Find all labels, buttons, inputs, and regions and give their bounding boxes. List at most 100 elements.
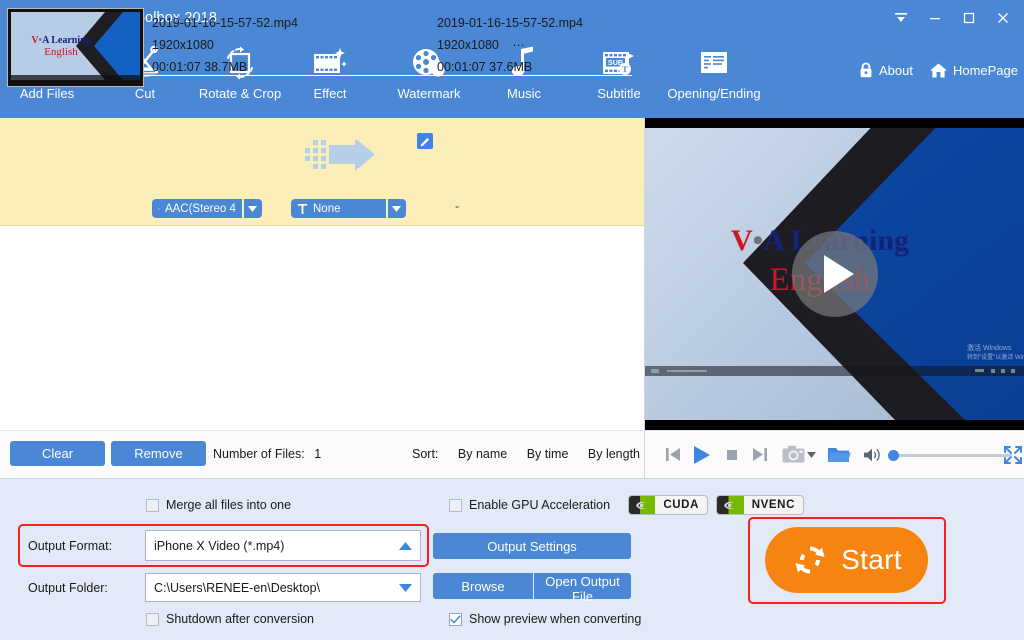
edit-output-name-button[interactable] xyxy=(417,133,433,149)
toolbar-label: Watermark xyxy=(397,86,460,101)
volume-thumb[interactable] xyxy=(888,450,899,461)
remove-button[interactable]: Remove xyxy=(111,441,206,466)
file-count: Number of Files: 1 xyxy=(213,447,321,461)
svg-text:激活 Windows: 激活 Windows xyxy=(967,343,1012,352)
caret-up-icon xyxy=(399,542,412,550)
toolbar-right-links: About HomePage xyxy=(858,62,1018,79)
output-format-combo[interactable]: iPhone X Video (*.mp4) xyxy=(145,530,421,561)
close-button[interactable] xyxy=(986,0,1020,36)
minimize-button[interactable] xyxy=(918,0,952,36)
refresh-convert-icon xyxy=(791,541,829,579)
nvenc-badge: NVENC xyxy=(716,495,804,515)
volume-slider[interactable] xyxy=(886,447,993,463)
gpu-acceleration-checkbox[interactable]: Enable GPU Acceleration xyxy=(449,498,610,512)
collapse-button[interactable] xyxy=(884,0,918,36)
start-button[interactable]: Start xyxy=(765,527,928,593)
checkmark-icon xyxy=(450,615,461,624)
subtitle-track-value: None xyxy=(313,203,341,215)
output-folder-combo[interactable]: C:\Users\RENEE-en\Desktop\ xyxy=(145,573,421,602)
volume-track xyxy=(894,454,1012,457)
output-folder-caret[interactable] xyxy=(390,584,420,592)
toolbar-label: Opening/Ending xyxy=(667,86,760,101)
about-link[interactable]: About xyxy=(858,62,913,79)
toolbar-label: Add Files xyxy=(20,86,74,101)
row-divider xyxy=(152,75,632,76)
close-icon xyxy=(996,11,1010,25)
audio-dropdown-arrow[interactable] xyxy=(244,199,262,218)
homepage-label: HomePage xyxy=(953,63,1018,78)
chevron-down-icon xyxy=(248,206,257,212)
file-count-label: Number of Files: xyxy=(213,447,305,461)
toolbar-label: Music xyxy=(507,86,541,101)
about-label: About xyxy=(879,63,913,78)
stop-icon xyxy=(725,448,739,462)
gpu-acceleration-label: Enable GPU Acceleration xyxy=(469,498,610,512)
cuda-label: CUDA xyxy=(655,499,707,511)
opening-ending-icon xyxy=(697,48,731,78)
output-folder-value: C:\Users\RENEE-en\Desktop\ xyxy=(146,581,390,595)
target-resolution-more[interactable]: ··· xyxy=(512,38,525,52)
show-preview-checkbox[interactable]: Show preview when converting xyxy=(449,612,641,626)
camera-icon xyxy=(782,445,806,464)
minimize-icon xyxy=(928,11,942,25)
audio-track-dropdown[interactable]: AAC(Stereo 4 xyxy=(152,199,262,218)
source-file-meta: 2019-01-16-15-57-52.mp4 1920x1080 00:01:… xyxy=(152,12,298,78)
text-t-icon xyxy=(297,203,308,215)
play-overlay-icon xyxy=(824,255,854,293)
home-icon xyxy=(929,62,948,79)
target-file-name: 2019-01-16-15-57-52.mp4 xyxy=(437,12,583,34)
sort-label: Sort: xyxy=(412,447,438,461)
play-overlay-button[interactable] xyxy=(792,231,878,317)
toolbar-label: Subtitle xyxy=(597,86,640,101)
browse-button[interactable]: Browse xyxy=(433,573,533,599)
target-resolution-line: 1920x1080 ··· xyxy=(437,34,583,56)
toolbar-item-subtitle[interactable]: SUB T Subtitle xyxy=(580,36,658,124)
subtitle-track-dropdown[interactable]: None xyxy=(291,199,406,218)
pencil-edit-icon xyxy=(420,136,431,147)
output-settings-button[interactable]: Output Settings xyxy=(433,533,631,559)
play-icon xyxy=(692,445,711,465)
toolbar-item-effect[interactable]: Effect xyxy=(295,36,365,124)
svg-text:V•A Learning: V•A Learning xyxy=(31,35,90,46)
checkbox-box xyxy=(449,613,462,626)
homepage-link[interactable]: HomePage xyxy=(929,62,1018,79)
toolbar-label: Effect xyxy=(313,86,346,101)
snapshot-dropdown[interactable] xyxy=(807,452,817,458)
nvenc-label: NVENC xyxy=(744,499,803,511)
sort-by-time[interactable]: By time xyxy=(527,447,569,461)
file-count-value: 1 xyxy=(314,447,321,461)
next-button[interactable] xyxy=(750,446,770,463)
play-button[interactable] xyxy=(691,445,712,465)
svg-text:English: English xyxy=(44,46,78,58)
output-format-value: iPhone X Video (*.mp4) xyxy=(146,539,390,553)
sort-by-length[interactable]: By length xyxy=(588,447,640,461)
sort-by-name[interactable]: By name xyxy=(458,447,507,461)
shutdown-label: Shutdown after conversion xyxy=(166,612,314,626)
show-preview-label: Show preview when converting xyxy=(469,612,641,626)
sort-controls: Sort: By name By time By length xyxy=(412,447,640,461)
folder-icon xyxy=(827,445,851,464)
snapshot-button[interactable] xyxy=(782,445,806,464)
stop-button[interactable] xyxy=(722,448,742,462)
svg-text:T: T xyxy=(622,64,628,74)
maximize-icon xyxy=(962,11,976,25)
caret-down-icon xyxy=(399,584,412,592)
output-format-caret[interactable] xyxy=(390,542,420,550)
skip-previous-icon xyxy=(664,446,682,463)
source-resolution: 1920x1080 xyxy=(152,34,298,56)
app-window: Renee Video Toolbox 2018 xyxy=(0,0,1024,640)
voa-learning-english-thumbnail: V•A Learning English xyxy=(8,9,143,86)
checkbox-box xyxy=(449,499,462,512)
open-folder-button[interactable] xyxy=(827,445,851,464)
toolbar-item-opening-ending[interactable]: Opening/Ending xyxy=(650,36,778,124)
shutdown-checkbox[interactable]: Shutdown after conversion xyxy=(146,612,314,626)
previous-button[interactable] xyxy=(663,446,683,463)
merge-files-checkbox[interactable]: Merge all files into one xyxy=(146,498,291,512)
open-output-file-button[interactable]: Open Output File xyxy=(534,573,631,599)
svg-text:转到"设置"以激活 Windows。: 转到"设置"以激活 Windows。 xyxy=(967,353,1024,361)
subtitle-dropdown-arrow[interactable] xyxy=(388,199,406,218)
volume-button[interactable] xyxy=(863,447,882,463)
video-preview-pane[interactable]: V•A Learning English 激活 Windows 转到"设置"以激… xyxy=(645,118,1024,430)
maximize-button[interactable] xyxy=(952,0,986,36)
clear-button[interactable]: Clear xyxy=(10,441,105,466)
